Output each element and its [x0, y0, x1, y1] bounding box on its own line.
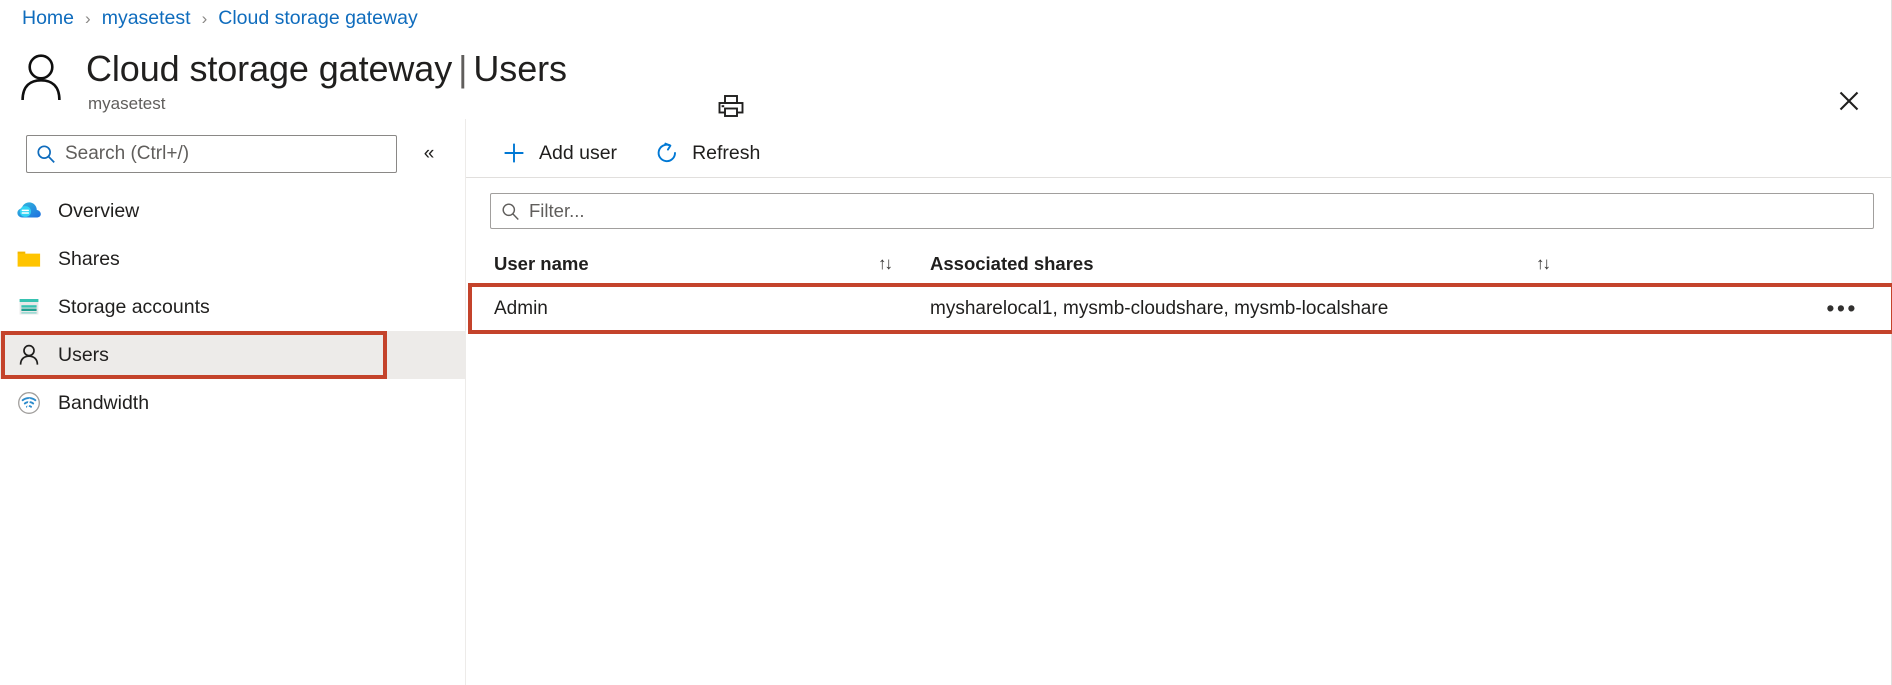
- ellipsis-icon: •••: [1826, 295, 1858, 322]
- breadcrumb-separator-icon: ›: [85, 8, 91, 28]
- sidebar-item-label: Overview: [58, 199, 140, 222]
- sort-toggle-associated-shares[interactable]: ↑↓: [1536, 243, 1551, 285]
- refresh-icon: [653, 139, 681, 167]
- blade-body: Search (Ctrl+/) « Overview Shares Storag…: [0, 119, 1892, 685]
- breadcrumb-item-cloud-storage-gateway[interactable]: Cloud storage gateway: [218, 7, 417, 30]
- page-title-separator: |: [458, 48, 468, 89]
- sort-toggle-user-name[interactable]: ↑↓: [878, 243, 893, 285]
- sidebar-item-label: Users: [58, 343, 109, 366]
- sidebar-item-storage-accounts[interactable]: Storage accounts: [0, 283, 466, 331]
- search-input[interactable]: Search (Ctrl+/): [26, 135, 397, 173]
- collapse-glyph: «: [423, 143, 435, 164]
- sort-arrows-icon: ↑↓: [1536, 254, 1551, 273]
- breadcrumb-item-myasetest[interactable]: myasetest: [102, 7, 191, 30]
- page-subtitle: myasetest: [88, 94, 166, 113]
- column-header-label: Associated shares: [930, 253, 1094, 274]
- chevron-double-left-icon[interactable]: «: [415, 140, 443, 168]
- add-user-label: Add user: [539, 141, 618, 164]
- toolbar-divider: [466, 177, 1892, 178]
- table-header-row: User name ↑↓ Associated shares ↑↓: [490, 243, 1874, 285]
- sidebar-item-shares[interactable]: Shares: [0, 235, 466, 283]
- users-table: User name ↑↓ Associated shares ↑↓ Admin …: [468, 243, 1892, 334]
- storage-account-icon: [14, 292, 44, 322]
- sidebar-item-label: Storage accounts: [58, 295, 210, 318]
- table-row[interactable]: Admin mysharelocal1, mysmb-cloudshare, m…: [468, 283, 1892, 334]
- column-header-associated-shares[interactable]: Associated shares: [930, 243, 1094, 285]
- cloud-icon: [14, 196, 44, 226]
- cell-user-name: Admin: [494, 298, 548, 319]
- refresh-label: Refresh: [692, 141, 761, 164]
- row-context-menu-button[interactable]: •••: [1826, 285, 1858, 333]
- sidebar-item-overview[interactable]: Overview: [0, 187, 466, 235]
- sidebar-search-row: Search (Ctrl+/) «: [26, 134, 446, 174]
- folder-icon: [14, 244, 44, 274]
- user-outline-icon: [14, 340, 44, 370]
- user-outline-icon: [20, 52, 62, 101]
- sidebar-item-label: Bandwidth: [58, 391, 150, 414]
- filter-input[interactable]: Filter...: [490, 193, 1874, 229]
- azure-portal-blade: Home › myasetest › Cloud storage gateway…: [0, 0, 1892, 685]
- sidebar-item-label: Shares: [58, 247, 120, 270]
- page-title-resource: Cloud storage gateway: [86, 48, 453, 89]
- filter-placeholder: Filter...: [529, 200, 585, 221]
- close-icon: [1837, 89, 1861, 118]
- breadcrumb: Home › myasetest › Cloud storage gateway: [22, 4, 418, 32]
- column-header-user-name[interactable]: User name: [494, 243, 589, 285]
- plus-icon: [500, 139, 528, 167]
- bandwidth-wifi-icon: [14, 388, 44, 418]
- search-placeholder: Search (Ctrl+/): [65, 143, 190, 164]
- close-button[interactable]: [1830, 84, 1868, 122]
- column-header-label: User name: [494, 253, 589, 274]
- search-icon: [36, 144, 56, 164]
- page-title: Cloud storage gateway | Users: [86, 48, 567, 90]
- breadcrumb-item-home[interactable]: Home: [22, 7, 74, 30]
- sidebar-item-users[interactable]: Users: [0, 331, 466, 379]
- blade-header: Cloud storage gateway | Users myasetest: [0, 34, 1892, 119]
- main-content: Add user Refresh Filter... User name ↑↓ …: [466, 119, 1892, 685]
- sidebar-item-bandwidth[interactable]: Bandwidth: [0, 379, 466, 427]
- cell-associated-shares: mysharelocal1, mysmb-cloudshare, mysmb-l…: [930, 298, 1389, 319]
- breadcrumb-separator-icon: ›: [201, 8, 208, 28]
- refresh-button[interactable]: Refresh: [643, 133, 770, 173]
- sidebar-nav-list: Overview Shares Storage accounts Users B…: [0, 187, 466, 427]
- add-user-button[interactable]: Add user: [490, 133, 627, 173]
- command-toolbar: Add user Refresh: [466, 131, 786, 175]
- page-title-section: Users: [473, 48, 567, 89]
- search-icon: [501, 202, 520, 221]
- sidebar: Search (Ctrl+/) « Overview Shares Storag…: [0, 119, 466, 685]
- sort-arrows-icon: ↑↓: [878, 254, 893, 273]
